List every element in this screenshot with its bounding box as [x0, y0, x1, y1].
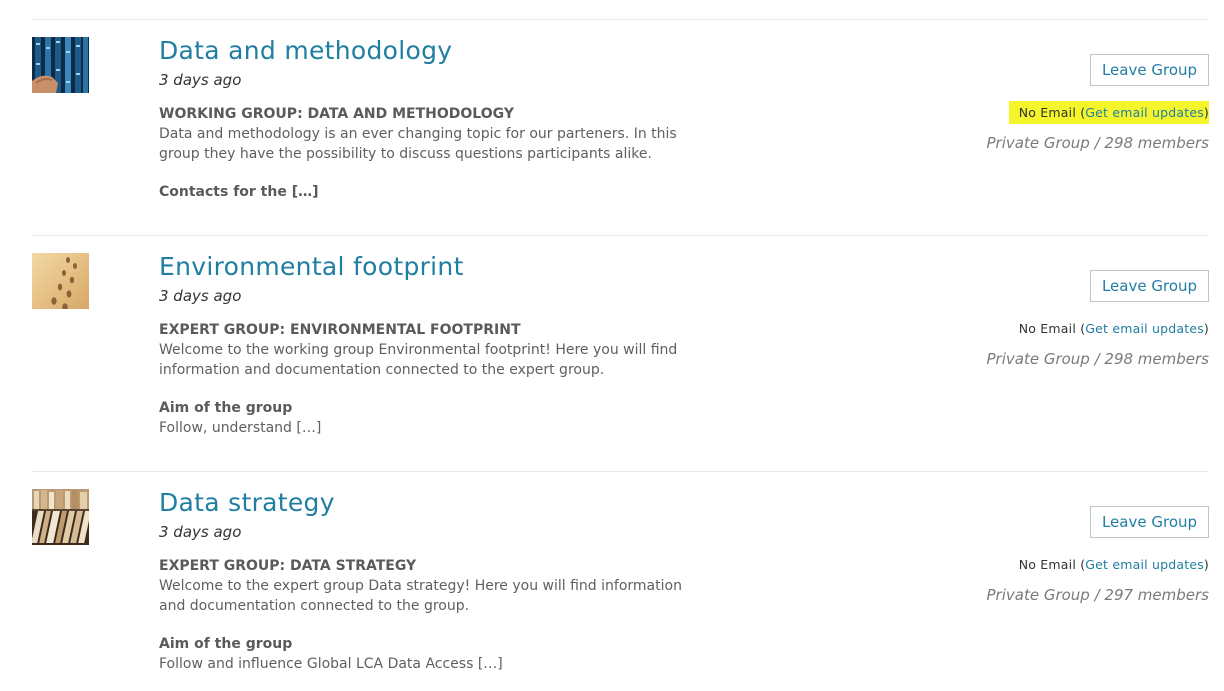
- group-date: 3 days ago: [159, 71, 242, 89]
- group-meta: Private Group / 298 members: [986, 134, 1210, 152]
- get-email-updates-link[interactable]: Get email updates: [1085, 557, 1204, 572]
- leave-group-button[interactable]: Leave Group: [1090, 506, 1209, 538]
- leave-group-button[interactable]: Leave Group: [1090, 54, 1209, 86]
- group-heading: EXPERT GROUP: ENVIRONMENTAL FOOTPRINT: [159, 322, 521, 338]
- group-description: Data and methodology is an ever changing…: [159, 126, 677, 162]
- email-subscription-status: No Email (Get email updates): [1019, 321, 1209, 336]
- group-description: Welcome to the expert group Data strateg…: [159, 578, 682, 614]
- group-subheading: Contacts for the […]: [159, 184, 319, 200]
- email-paren-close: ): [1203, 557, 1209, 572]
- leave-group-button[interactable]: Leave Group: [1090, 270, 1209, 302]
- group-excerpt-more: Follow and influence Global LCA Data Acc…: [159, 656, 503, 672]
- group-item: Data and methodology 3 days ago WORKING …: [32, 20, 1209, 236]
- group-item: Data strategy 3 days ago EXPERT GROUP: D…: [32, 472, 1209, 688]
- group-excerpt: EXPERT GROUP: DATA STRATEGY Welcome to t…: [159, 556, 704, 674]
- group-date: 3 days ago: [159, 287, 242, 305]
- email-subscription-status: No Email (Get email updates): [1019, 557, 1209, 572]
- group-meta: Private Group / 298 members: [986, 350, 1210, 368]
- group-date: 3 days ago: [159, 523, 242, 541]
- group-subheading: Aim of the group: [159, 400, 293, 416]
- group-excerpt-more: Follow, understand […]: [159, 420, 322, 436]
- email-status-label: No Email: [1018, 105, 1076, 120]
- group-list: Data and methodology 3 days ago WORKING …: [32, 0, 1209, 691]
- group-thumbnail[interactable]: [32, 37, 89, 93]
- group-thumbnail[interactable]: [32, 253, 89, 309]
- group-description: Welcome to the working group Environment…: [159, 342, 678, 378]
- group-excerpt: EXPERT GROUP: ENVIRONMENTAL FOOTPRINT We…: [159, 320, 704, 438]
- group-meta: Private Group / 297 members: [986, 586, 1210, 604]
- email-status-label: No Email: [1018, 557, 1076, 572]
- group-title-link[interactable]: Environmental footprint: [159, 252, 464, 281]
- group-title-link[interactable]: Data and methodology: [159, 36, 452, 65]
- group-item: Environmental footprint 3 days ago EXPER…: [32, 236, 1209, 452]
- group-subheading: Aim of the group: [159, 636, 293, 652]
- email-status-label: No Email: [1018, 321, 1076, 336]
- group-heading: WORKING GROUP: DATA AND METHODOLOGY: [159, 106, 514, 122]
- group-title-link[interactable]: Data strategy: [159, 488, 335, 517]
- email-paren-close: ): [1203, 105, 1209, 120]
- group-thumbnail[interactable]: [32, 489, 89, 545]
- group-excerpt: WORKING GROUP: DATA AND METHODOLOGY Data…: [159, 104, 704, 202]
- group-heading: EXPERT GROUP: DATA STRATEGY: [159, 558, 417, 574]
- email-subscription-status: No Email (Get email updates): [1008, 101, 1209, 124]
- get-email-updates-link[interactable]: Get email updates: [1085, 321, 1204, 336]
- get-email-updates-link[interactable]: Get email updates: [1085, 105, 1204, 120]
- email-paren-close: ): [1203, 321, 1209, 336]
